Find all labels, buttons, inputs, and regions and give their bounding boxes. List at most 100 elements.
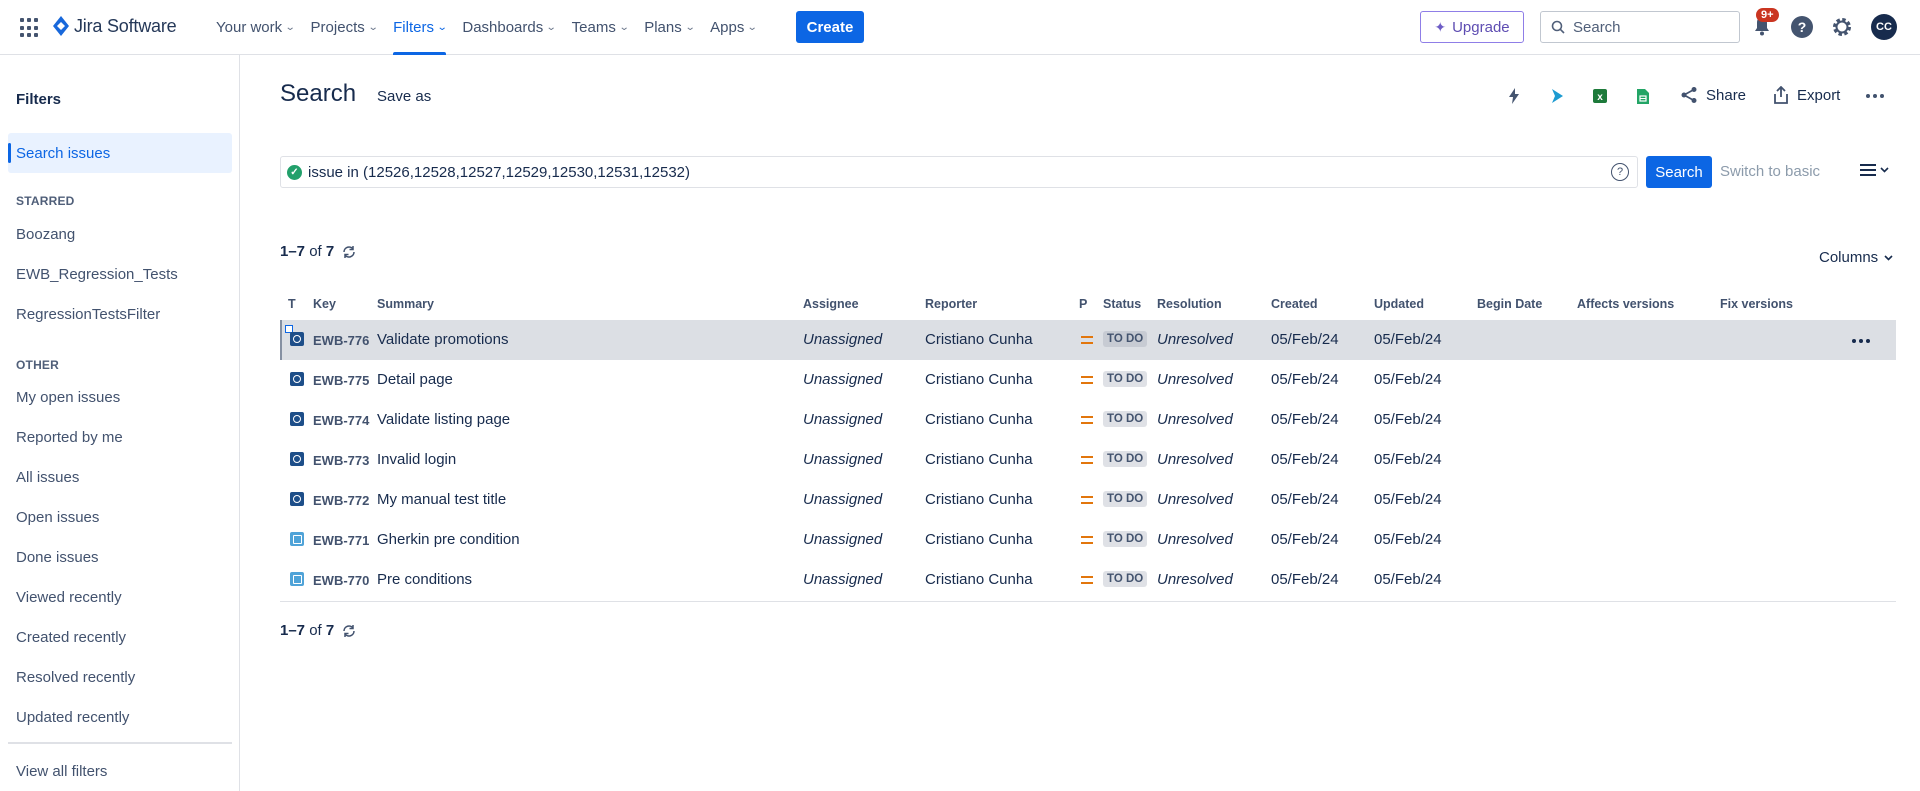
search-placeholder: Search xyxy=(1573,18,1621,36)
columns-button[interactable]: Columns xyxy=(1819,249,1893,266)
issue-reporter[interactable]: Cristiano Cunha xyxy=(925,371,1033,388)
col-header-affects-versions[interactable]: Affects versions xyxy=(1577,297,1674,311)
sidebar-item-regression-tests-filter[interactable]: RegressionTestsFilter xyxy=(8,294,232,334)
avatar[interactable]: CC xyxy=(1871,14,1897,40)
jql-query-input[interactable]: ✓ issue in (12526,12528,12527,12529,1253… xyxy=(280,156,1638,188)
help-icon[interactable]: ? xyxy=(1791,16,1813,38)
sidebar-item-all-issues[interactable]: All issues xyxy=(8,457,232,497)
issue-summary-link[interactable]: Detail page xyxy=(377,371,453,388)
app-switcher-icon[interactable] xyxy=(20,18,40,38)
row-actions-icon[interactable] xyxy=(1852,339,1870,343)
more-actions-icon[interactable] xyxy=(1866,94,1884,98)
nav-teams[interactable]: Teams ⌄ xyxy=(564,0,637,55)
issue-summary-link[interactable]: Gherkin pre condition xyxy=(377,531,520,548)
sidebar-item-resolved-recently[interactable]: Resolved recently xyxy=(8,657,232,697)
excel-export-icon[interactable]: x xyxy=(1590,86,1610,106)
switch-to-basic-link[interactable]: Switch to basic xyxy=(1720,163,1820,180)
sidebar-heading-starred: STARRED xyxy=(16,194,75,208)
issue-reporter[interactable]: Cristiano Cunha xyxy=(925,451,1033,468)
play-icon[interactable] xyxy=(1547,86,1567,106)
sidebar-item-updated-recently[interactable]: Updated recently xyxy=(8,697,232,737)
nav-dashboards[interactable]: Dashboards ⌄ xyxy=(454,0,563,55)
issue-summary-link[interactable]: Pre conditions xyxy=(377,571,472,588)
sidebar-item-viewed-recently[interactable]: Viewed recently xyxy=(8,577,232,617)
table-row[interactable]: EWB-776 Validate promotions Unassigned C… xyxy=(280,320,1896,360)
refresh-icon[interactable] xyxy=(342,624,356,638)
refresh-icon[interactable] xyxy=(342,245,356,259)
issue-summary-link[interactable]: Validate listing page xyxy=(377,411,510,428)
table-row[interactable]: EWB-771 Gherkin pre condition Unassigned… xyxy=(280,520,1896,560)
nav-apps[interactable]: Apps ⌄ xyxy=(702,0,765,55)
columns-label: Columns xyxy=(1819,249,1879,266)
nav-projects[interactable]: Projects ⌄ xyxy=(303,0,386,55)
table-row[interactable]: EWB-770 Pre conditions Unassigned Cristi… xyxy=(280,560,1896,600)
issue-reporter[interactable]: Cristiano Cunha xyxy=(925,411,1033,428)
test-issue-type-icon xyxy=(290,412,304,426)
issue-summary-link[interactable]: Validate promotions xyxy=(377,331,508,348)
nav-filters[interactable]: Filters ⌄ xyxy=(385,0,454,55)
save-as-button[interactable]: Save as xyxy=(377,88,431,105)
col-header-summary[interactable]: Summary xyxy=(377,297,434,311)
issue-key-link[interactable]: EWB-770 xyxy=(313,573,369,588)
sidebar-item-open-issues[interactable]: Open issues xyxy=(8,497,232,537)
col-header-updated[interactable]: Updated xyxy=(1374,297,1424,311)
nav-teams-label: Teams xyxy=(571,19,616,36)
col-header-status[interactable]: Status xyxy=(1103,297,1141,311)
jira-logo[interactable]: Jira Software xyxy=(52,15,177,37)
col-header-type[interactable]: T xyxy=(288,297,296,311)
global-search-input[interactable]: Search xyxy=(1540,11,1740,43)
issue-created-date: 05/Feb/24 xyxy=(1271,451,1339,468)
table-row[interactable]: EWB-772 My manual test title Unassigned … xyxy=(280,480,1896,520)
sidebar-item-my-open-issues[interactable]: My open issues xyxy=(8,377,232,417)
query-help-icon[interactable]: ? xyxy=(1611,163,1629,181)
col-header-created[interactable]: Created xyxy=(1271,297,1318,311)
col-header-reporter[interactable]: Reporter xyxy=(925,297,977,311)
col-header-resolution[interactable]: Resolution xyxy=(1157,297,1222,311)
table-row[interactable]: EWB-775 Detail page Unassigned Cristiano… xyxy=(280,360,1896,400)
issue-key-link[interactable]: EWB-773 xyxy=(313,453,369,468)
col-header-key[interactable]: Key xyxy=(313,297,336,311)
table-row[interactable]: EWB-774 Validate listing page Unassigned… xyxy=(280,400,1896,440)
chevron-down-icon xyxy=(1884,254,1893,261)
view-all-filters-link[interactable]: View all filters xyxy=(8,751,232,791)
issue-key-link[interactable]: EWB-775 xyxy=(313,373,369,388)
issue-key-link[interactable]: EWB-776 xyxy=(313,333,369,348)
search-button[interactable]: Search xyxy=(1646,156,1712,188)
nav-your-work[interactable]: Your work ⌄ xyxy=(208,0,303,55)
sidebar-item-search-issues[interactable]: Search issues xyxy=(8,133,232,173)
issue-key-link[interactable]: EWB-772 xyxy=(313,493,369,508)
test-issue-type-icon xyxy=(290,332,304,346)
status-badge: TO DO xyxy=(1103,371,1148,387)
col-header-assignee[interactable]: Assignee xyxy=(803,297,859,311)
list-view-toggle[interactable] xyxy=(1860,164,1889,176)
nav-plans[interactable]: Plans ⌄ xyxy=(636,0,702,55)
table-row[interactable]: EWB-773 Invalid login Unassigned Cristia… xyxy=(280,440,1896,480)
issue-reporter[interactable]: Cristiano Cunha xyxy=(925,491,1033,508)
issue-key-link[interactable]: EWB-774 xyxy=(313,413,369,428)
sidebar-item-boozang[interactable]: Boozang xyxy=(8,214,232,254)
col-header-fix-versions[interactable]: Fix versions xyxy=(1720,297,1793,311)
share-icon xyxy=(1681,87,1697,103)
issue-reporter[interactable]: Cristiano Cunha xyxy=(925,331,1033,348)
share-button[interactable]: Share xyxy=(1680,86,1746,104)
col-header-begin-date[interactable]: Begin Date xyxy=(1477,297,1542,311)
col-header-priority[interactable]: P xyxy=(1079,297,1087,311)
status-badge: TO DO xyxy=(1103,331,1148,347)
sidebar-item-reported-by-me[interactable]: Reported by me xyxy=(8,417,232,457)
issue-reporter[interactable]: Cristiano Cunha xyxy=(925,531,1033,548)
issue-summary-link[interactable]: Invalid login xyxy=(377,451,456,468)
sidebar-item-ewb-regression-tests[interactable]: EWB_Regression_Tests xyxy=(8,254,232,294)
google-sheets-icon[interactable] xyxy=(1633,86,1653,106)
sidebar-item-done-issues[interactable]: Done issues xyxy=(8,537,232,577)
issue-key-link[interactable]: EWB-771 xyxy=(313,533,369,548)
count-total: 7 xyxy=(325,622,335,639)
gear-icon[interactable] xyxy=(1830,15,1854,39)
issue-summary-link[interactable]: My manual test title xyxy=(377,491,506,508)
create-button[interactable]: Create xyxy=(796,11,864,43)
upgrade-button[interactable]: ✦ Upgrade xyxy=(1420,11,1524,43)
automation-bolt-icon[interactable] xyxy=(1504,86,1524,106)
export-button[interactable]: Export xyxy=(1773,86,1840,104)
sidebar-item-created-recently[interactable]: Created recently xyxy=(8,617,232,657)
issue-reporter[interactable]: Cristiano Cunha xyxy=(925,571,1033,588)
issue-assignee: Unassigned xyxy=(803,491,883,508)
